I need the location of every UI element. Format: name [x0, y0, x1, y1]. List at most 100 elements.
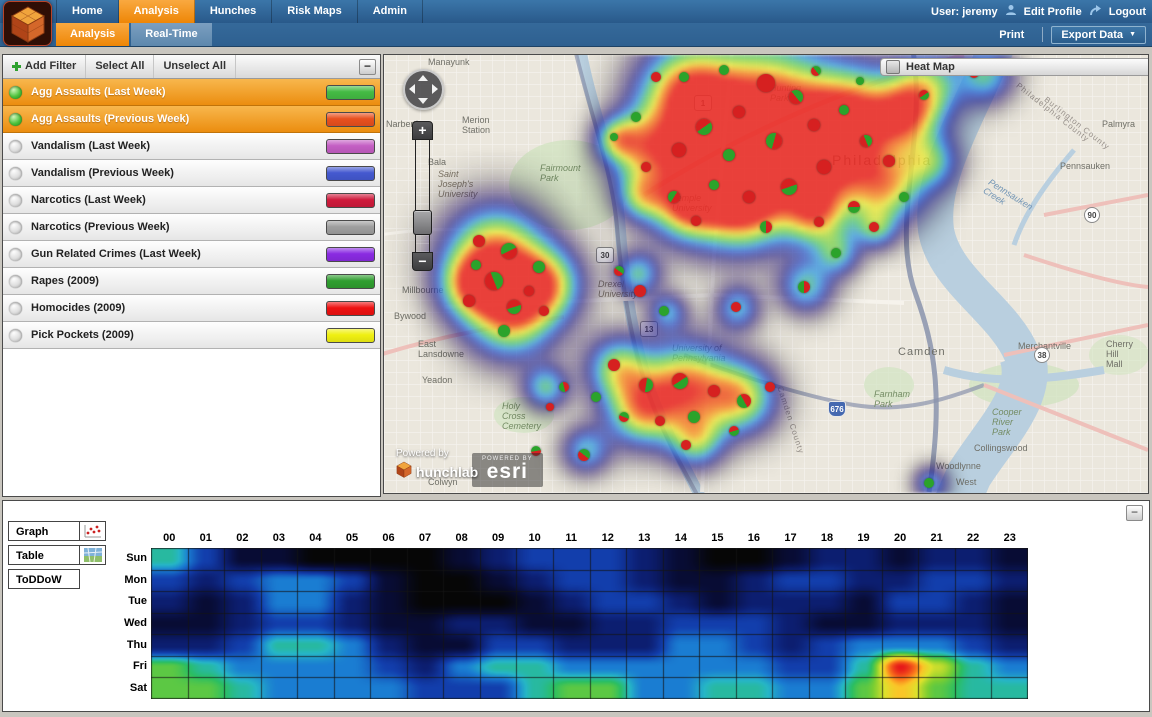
crime-point[interactable]: [848, 201, 860, 213]
crime-point[interactable]: [559, 382, 569, 392]
filter-row-vandalism-previous-week[interactable]: Vandalism (Previous Week): [3, 160, 380, 187]
crime-point[interactable]: [485, 272, 503, 290]
pan-up-arrow[interactable]: [418, 75, 428, 81]
pan-left-arrow[interactable]: [409, 84, 415, 94]
filter-row-vandalism-last-week[interactable]: Vandalism (Last Week): [3, 133, 380, 160]
crime-point[interactable]: [619, 412, 629, 422]
crime-point[interactable]: [765, 382, 775, 392]
zoom-out-button[interactable]: −: [412, 252, 433, 271]
crime-point[interactable]: [899, 192, 909, 202]
crime-point[interactable]: [860, 135, 872, 147]
nav-tab-analysis[interactable]: Analysis: [119, 0, 195, 23]
edit-profile-link[interactable]: Edit Profile: [1024, 6, 1082, 18]
filter-toggle-dot[interactable]: [9, 275, 22, 288]
crime-point[interactable]: [760, 221, 772, 233]
crime-point[interactable]: [789, 90, 803, 104]
filter-toggle-dot[interactable]: [9, 140, 22, 153]
crime-point[interactable]: [681, 440, 691, 450]
filter-toggle-dot[interactable]: [9, 329, 22, 342]
crime-point[interactable]: [924, 478, 934, 488]
filter-row-pick-pockets-2009[interactable]: Pick Pockets (2009): [3, 322, 380, 349]
crime-point[interactable]: [641, 162, 651, 172]
crime-point[interactable]: [733, 106, 745, 118]
pan-control[interactable]: [403, 69, 444, 110]
pan-down-arrow[interactable]: [418, 98, 428, 104]
crime-point[interactable]: [731, 302, 741, 312]
crime-point[interactable]: [668, 191, 680, 203]
filter-toggle-dot[interactable]: [9, 302, 22, 315]
filter-toggle-dot[interactable]: [9, 86, 22, 99]
crime-point[interactable]: [634, 285, 646, 297]
crime-point[interactable]: [831, 248, 841, 258]
crime-point[interactable]: [546, 403, 554, 411]
crime-point[interactable]: [672, 143, 686, 157]
crime-point[interactable]: [869, 222, 879, 232]
crime-point[interactable]: [817, 160, 831, 174]
crime-point[interactable]: [471, 260, 481, 270]
filter-row-narcotics-previous-week[interactable]: Narcotics (Previous Week): [3, 214, 380, 241]
filter-toggle-dot[interactable]: [9, 113, 22, 126]
crime-point[interactable]: [723, 149, 735, 161]
crime-point[interactable]: [651, 72, 661, 82]
collapse-bottom-panel-button[interactable]: −: [1126, 505, 1143, 521]
map-panel[interactable]: ManayunkNarberthMerion StationBalaSaint …: [383, 54, 1149, 494]
crime-point[interactable]: [591, 392, 601, 402]
zoom-slider[interactable]: [415, 140, 430, 252]
zoom-in-button[interactable]: +: [412, 121, 433, 140]
crime-point[interactable]: [688, 411, 700, 423]
unselect-all-button[interactable]: Unselect All: [154, 55, 236, 78]
add-filter-button[interactable]: Add Filter: [3, 55, 86, 78]
select-all-button[interactable]: Select All: [86, 55, 154, 78]
tab-table[interactable]: Table: [8, 545, 80, 565]
tab-analysis[interactable]: Analysis: [56, 23, 129, 46]
filter-row-rapes-2009[interactable]: Rapes (2009): [3, 268, 380, 295]
crime-point[interactable]: [709, 180, 719, 190]
pan-right-arrow[interactable]: [432, 84, 438, 94]
crime-point[interactable]: [856, 77, 864, 85]
crime-point[interactable]: [463, 295, 475, 307]
map-thumbnail-icon[interactable]: [80, 545, 106, 565]
crime-point[interactable]: [631, 112, 641, 122]
crime-point[interactable]: [608, 359, 620, 371]
crime-point[interactable]: [659, 306, 669, 316]
filter-row-narcotics-last-week[interactable]: Narcotics (Last Week): [3, 187, 380, 214]
crime-point[interactable]: [808, 119, 820, 131]
crime-point[interactable]: [719, 65, 729, 75]
crime-point[interactable]: [498, 325, 510, 337]
print-button[interactable]: Print: [989, 26, 1034, 44]
crime-point[interactable]: [679, 72, 689, 82]
crime-point[interactable]: [757, 74, 775, 92]
crime-point[interactable]: [798, 281, 810, 293]
nav-tab-admin[interactable]: Admin: [358, 0, 423, 23]
filter-row-agg-assaults-last-week[interactable]: Agg Assaults (Last Week): [3, 79, 380, 106]
crime-point[interactable]: [578, 449, 590, 461]
filter-toggle-dot[interactable]: [9, 221, 22, 234]
crime-point[interactable]: [811, 66, 821, 76]
logout-link[interactable]: Logout: [1109, 6, 1146, 18]
crime-point[interactable]: [781, 179, 797, 195]
nav-tab-home[interactable]: Home: [56, 0, 119, 23]
hunchlab-logo[interactable]: [3, 1, 52, 46]
crime-point[interactable]: [708, 385, 720, 397]
crime-point[interactable]: [672, 373, 688, 389]
tab-real-time[interactable]: Real-Time: [131, 23, 211, 46]
crime-point[interactable]: [524, 286, 534, 296]
crime-point[interactable]: [729, 426, 739, 436]
crime-point[interactable]: [743, 191, 755, 203]
crime-point[interactable]: [814, 217, 824, 227]
crime-point[interactable]: [614, 266, 624, 276]
collapse-filter-panel-button[interactable]: −: [359, 59, 376, 75]
filter-row-homocides-2009[interactable]: Homocides (2009): [3, 295, 380, 322]
filter-toggle-dot[interactable]: [9, 194, 22, 207]
crime-point[interactable]: [655, 416, 665, 426]
filter-toggle-dot[interactable]: [9, 167, 22, 180]
heat-map-panel-header[interactable]: Heat Map: [880, 58, 1148, 76]
crime-point[interactable]: [883, 155, 895, 167]
scatter-chart-icon[interactable]: [80, 521, 106, 541]
crime-point[interactable]: [919, 90, 929, 100]
crime-point[interactable]: [639, 378, 653, 392]
tab-toddow[interactable]: ToDDoW: [8, 569, 80, 589]
nav-tab-risk-maps[interactable]: Risk Maps: [272, 0, 357, 23]
nav-tab-hunches[interactable]: Hunches: [195, 0, 272, 23]
crime-point[interactable]: [839, 105, 849, 115]
